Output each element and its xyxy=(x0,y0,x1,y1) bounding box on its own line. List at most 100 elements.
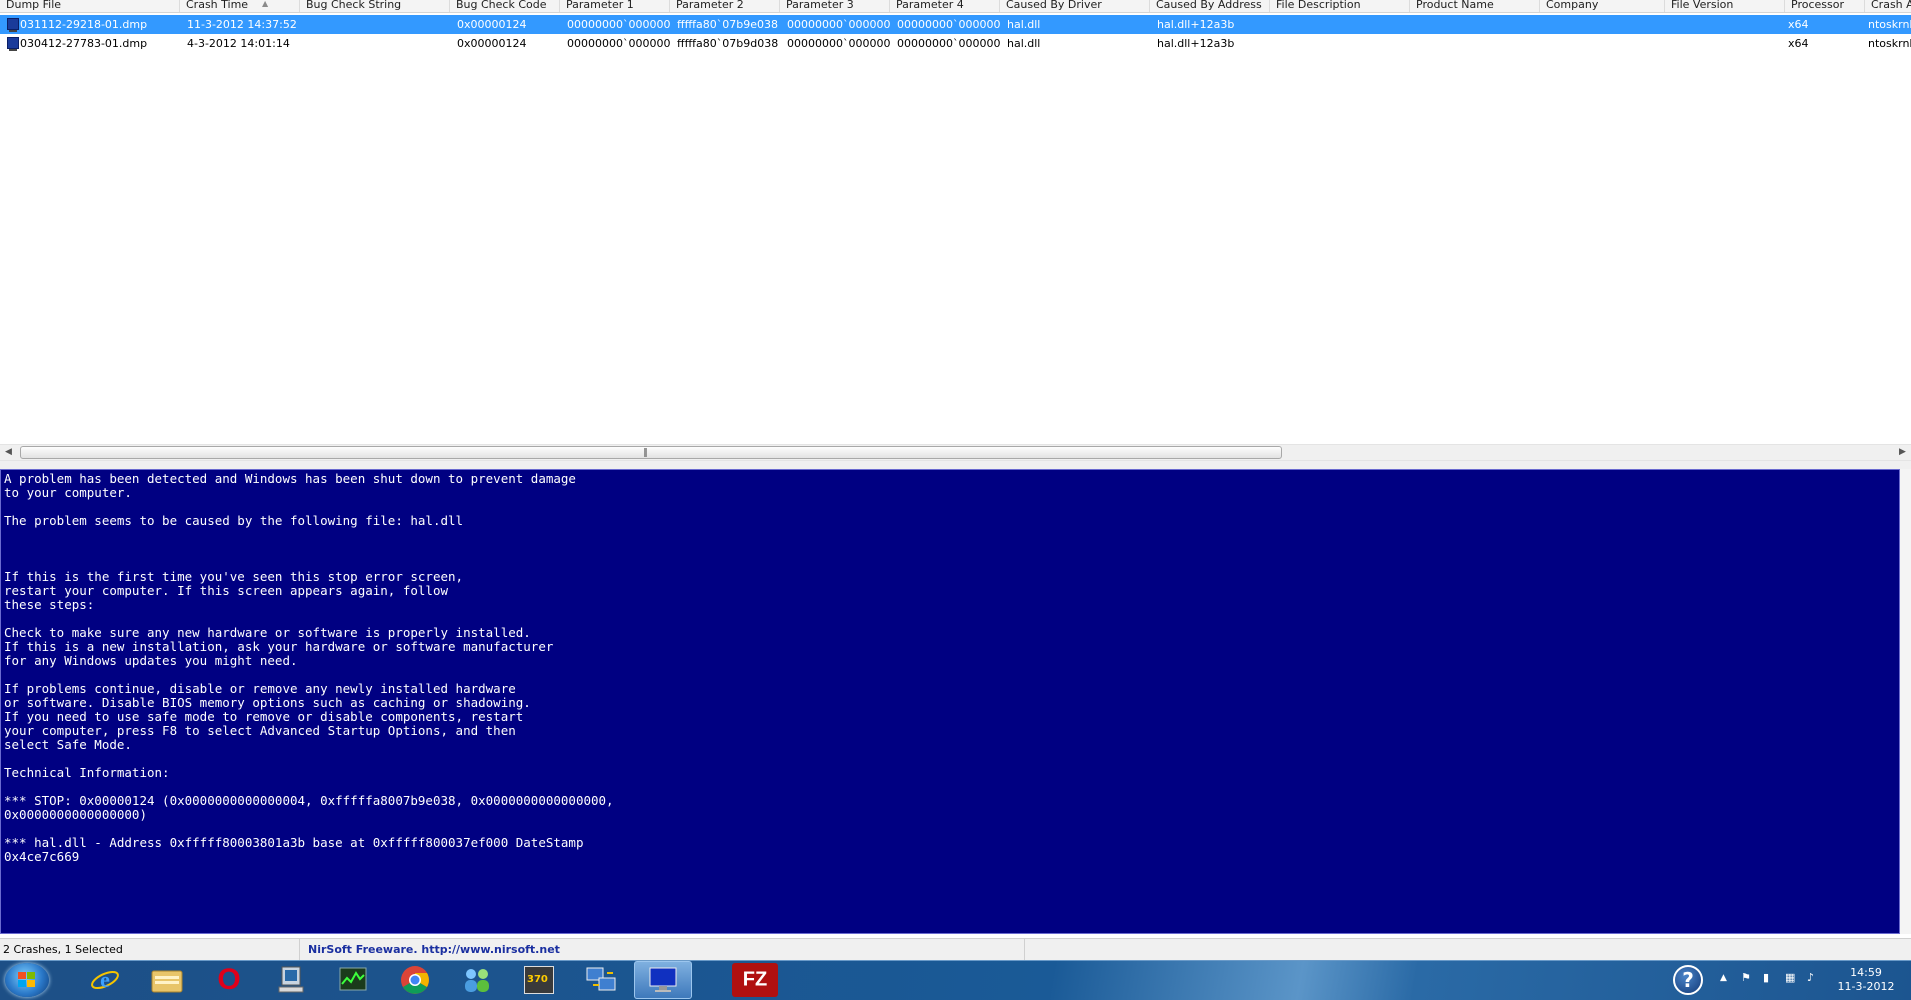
status-bar: 2 Crashes, 1 Selected NirSoft Freeware. … xyxy=(0,938,1911,961)
bsod-line xyxy=(4,556,1899,570)
horizontal-scrollbar[interactable]: ◀ ||| ▶ xyxy=(0,444,1911,461)
table-cell: 4-3-2012 14:01:14 xyxy=(187,37,290,50)
bsod-line: 0x0000000000000000) xyxy=(4,807,147,822)
taskbar-filezilla[interactable]: FZ xyxy=(732,963,778,997)
table-cell: 00000000`000000... xyxy=(787,18,890,31)
column-parameter-4[interactable]: Parameter 4 xyxy=(890,0,1000,12)
column-crash-address[interactable]: Crash A xyxy=(1865,0,1911,12)
folder-icon xyxy=(151,970,183,993)
bsod-line xyxy=(4,780,1899,794)
vertical-scrollbar[interactable] xyxy=(1900,469,1911,934)
filezilla-icon: FZ xyxy=(742,968,768,991)
column-bug-check-string[interactable]: Bug Check String xyxy=(300,0,450,12)
table-cell: fffffa80`07b9e038 xyxy=(677,18,779,31)
taskbar-task-manager[interactable] xyxy=(324,961,382,999)
table-cell: 0x00000124 xyxy=(457,37,527,50)
table-cell: hal.dll+12a3b xyxy=(1157,37,1235,50)
bsod-line: If this is a new installation, ask your … xyxy=(4,639,554,654)
sort-arrow-icon: ▲ xyxy=(262,0,269,8)
table-cell: ntoskrnl xyxy=(1868,37,1911,50)
table-cell: 031112-29218-01.dmp xyxy=(20,18,148,31)
table-cell: 030412-27783-01.dmp xyxy=(20,37,148,50)
taskbar-internet-explorer[interactable]: e xyxy=(76,961,134,999)
clock-date: 11-3-2012 xyxy=(1837,980,1895,993)
action-center-icon[interactable]: ⚑ xyxy=(1741,971,1751,984)
dump-file-icon xyxy=(7,37,19,51)
scroll-right-icon[interactable]: ▶ xyxy=(1894,445,1911,460)
column-caused-by-address[interactable]: Caused By Address xyxy=(1150,0,1270,12)
column-parameter-1[interactable]: Parameter 1 xyxy=(560,0,670,12)
bsod-preview: A problem has been detected and Windows … xyxy=(0,469,1900,934)
volume-icon[interactable]: ♪ xyxy=(1807,971,1814,984)
taskbar-bluescreen-view[interactable] xyxy=(634,961,692,999)
bsod-line: or software. Disable BIOS memory options… xyxy=(4,695,531,710)
nirsoft-link[interactable]: NirSoft Freeware. http://www.nirsoft.net xyxy=(300,939,1025,961)
table-cell: hal.dll+12a3b xyxy=(1157,18,1235,31)
network-tray-icon[interactable]: ▦ xyxy=(1785,971,1795,984)
bsod-line: If you need to use safe mode to remove o… xyxy=(4,709,524,724)
column-file-version[interactable]: File Version xyxy=(1665,0,1785,12)
table-cell: x64 xyxy=(1788,37,1809,50)
column-parameter-2[interactable]: Parameter 2 xyxy=(670,0,780,12)
bsod-line xyxy=(4,822,1899,836)
bsod-line: *** STOP: 0x00000124 (0x0000000000000004… xyxy=(4,793,614,808)
bluescreen-view-icon xyxy=(649,967,677,992)
taskbar-network[interactable] xyxy=(448,961,506,999)
computer-icon xyxy=(278,966,304,993)
table-cell: 00000000`000000... xyxy=(897,37,1000,50)
table-cell: 00000000`000000... xyxy=(567,37,670,50)
help-icon[interactable]: ? xyxy=(1673,965,1703,995)
taskbar: e O 370 FZ ? ▲ ⚑ ▮ ▦ ♪ 14:59 11-3-2012 xyxy=(0,960,1911,1000)
table-cell: fffffa80`07b9d038 xyxy=(677,37,779,50)
bsod-line: to your computer. xyxy=(4,485,132,500)
bsod-line: your computer, press F8 to select Advanc… xyxy=(4,723,516,738)
chrome-icon xyxy=(401,966,429,994)
internet-explorer-icon: e xyxy=(91,967,119,992)
table-cell: 0x00000124 xyxy=(457,18,527,31)
bsod-line: If this is the first time you've seen th… xyxy=(4,569,464,584)
taskbar-computer[interactable] xyxy=(262,961,320,999)
bsod-line: 0x4ce7c669 xyxy=(4,849,80,864)
taskbar-file-explorer[interactable] xyxy=(138,961,196,999)
taskbar-opera[interactable]: O xyxy=(200,961,258,999)
pane-splitter[interactable] xyxy=(0,461,1911,469)
bsod-line: A problem has been detected and Windows … xyxy=(4,471,576,486)
battery-icon[interactable]: ▮ xyxy=(1763,971,1769,984)
taskbar-chrome[interactable] xyxy=(386,961,444,999)
column-product-name[interactable]: Product Name xyxy=(1410,0,1540,12)
scroll-thumb[interactable]: ||| xyxy=(20,446,1282,459)
bsod-line: Check to make sure any new hardware or s… xyxy=(4,625,531,640)
column-header: Dump File Crash Time Bug Check String Bu… xyxy=(0,0,1911,13)
clock-time: 14:59 xyxy=(1850,966,1882,979)
media-icon: 370 xyxy=(524,966,554,994)
show-hidden-icons-icon[interactable]: ▲ xyxy=(1720,973,1727,983)
table-cell: x64 xyxy=(1788,18,1809,31)
bsod-line: If problems continue, disable or remove … xyxy=(4,681,516,696)
table-row[interactable]: 030412-27783-01.dmp 4-3-2012 14:01:14 0x00… xyxy=(0,34,1911,53)
column-file-description[interactable]: File Description xyxy=(1270,0,1410,12)
table-cell: hal.dll xyxy=(1007,37,1041,50)
column-parameter-3[interactable]: Parameter 3 xyxy=(780,0,890,12)
column-dump-file[interactable]: Dump File xyxy=(0,0,180,12)
column-processor[interactable]: Processor xyxy=(1785,0,1865,12)
taskbar-media[interactable]: 370 xyxy=(510,961,568,999)
bsod-line xyxy=(4,668,1899,682)
column-company[interactable]: Company xyxy=(1540,0,1665,12)
table-row[interactable]: 031112-29218-01.dmp 11-3-2012 14:37:52 0x0… xyxy=(0,15,1911,34)
column-caused-by-driver[interactable]: Caused By Driver xyxy=(1000,0,1150,12)
bsod-line: for any Windows updates you might need. xyxy=(4,653,298,668)
opera-icon: O xyxy=(217,963,241,996)
table-cell: 00000000`000000... xyxy=(897,18,1000,31)
table-cell: hal.dll xyxy=(1007,18,1041,31)
taskbar-remote-desktop[interactable] xyxy=(572,961,630,999)
start-button[interactable] xyxy=(5,963,49,997)
bsod-line: restart your computer. If this screen ap… xyxy=(4,583,449,598)
clock[interactable]: 14:59 11-3-2012 xyxy=(1836,966,1896,994)
column-bug-check-code[interactable]: Bug Check Code xyxy=(450,0,560,12)
scroll-grip-icon: ||| xyxy=(643,448,648,458)
column-crash-time[interactable]: Crash Time xyxy=(180,0,300,12)
dump-file-icon xyxy=(7,18,19,32)
table-cell: ntoskrnl xyxy=(1868,18,1911,31)
scroll-left-icon[interactable]: ◀ xyxy=(0,445,17,460)
bsod-line: Technical Information: xyxy=(4,765,170,780)
